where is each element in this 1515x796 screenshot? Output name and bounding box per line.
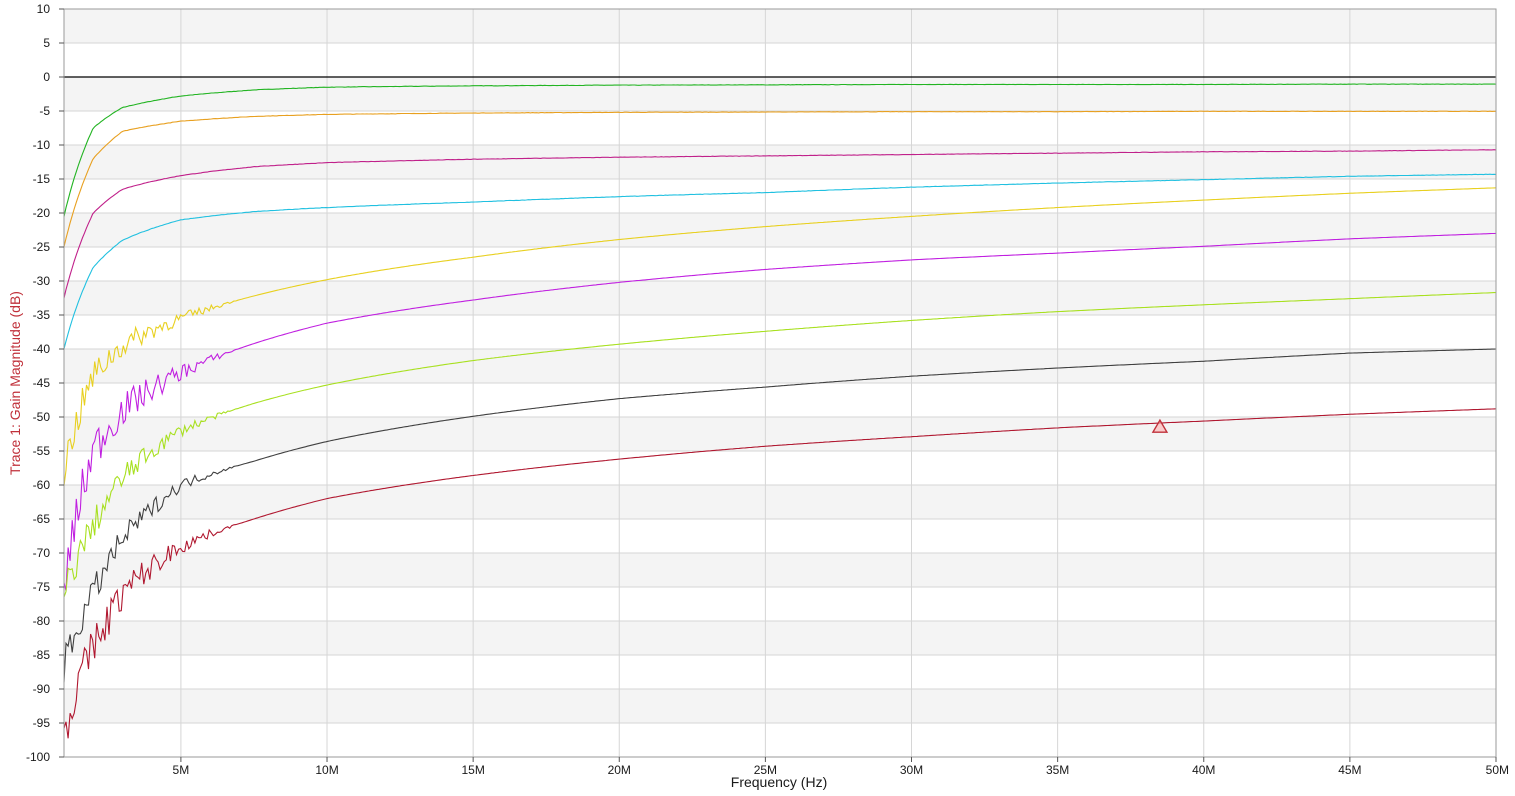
y-tick-label: -30 [33, 274, 51, 288]
y-axis-ticks: 10 5 0 -5 -10 -15 -20 -25 -30 -35 -40 -45 -50 -55 -60 -… [26, 2, 64, 764]
y-tick-label: 10 [37, 2, 51, 16]
y-tick-label: -50 [33, 410, 51, 424]
y-tick-label: -95 [33, 716, 51, 730]
y-tick-label: -75 [33, 580, 51, 594]
y-tick-label: -45 [33, 376, 51, 390]
y-tick-label: -10 [33, 138, 51, 152]
y-tick-label: -5 [39, 104, 50, 118]
x-tick-label: 20M [608, 763, 631, 777]
x-axis-ticks: 5M 10M 15M 20M 25M 30M 35M 40M 45M 50M [173, 757, 1509, 777]
gain-magnitude-chart: 5M 10M 15M 20M 25M 30M 35M 40M 45M 50M 1050-5-10-… [7, 2, 1509, 790]
y-tick-label: -40 [33, 342, 51, 356]
x-axis-label: Frequency (Hz) [731, 774, 827, 790]
background-band [64, 689, 1496, 723]
x-tick-label: 10M [315, 763, 338, 777]
y-tick-label: -60 [33, 478, 51, 492]
background-band [64, 621, 1496, 655]
background-band [64, 553, 1496, 587]
x-tick-label: 15M [461, 763, 484, 777]
y-tick-label: -90 [33, 682, 51, 696]
y-tick-label: -70 [33, 546, 51, 560]
background-band [64, 349, 1496, 383]
x-tick-label: 30M [900, 763, 923, 777]
y-tick-label: -65 [33, 512, 51, 526]
y-tick-label: -85 [33, 648, 51, 662]
y-tick-label: -15 [33, 172, 51, 186]
x-tick-label: 35M [1046, 763, 1069, 777]
y-tick-label: -25 [33, 240, 51, 254]
y-tick-label: -55 [33, 444, 51, 458]
y-tick-label: -35 [33, 308, 51, 322]
y-axis-label: Trace 1: Gain Magnitude (dB) [7, 291, 23, 475]
background-band [64, 417, 1496, 451]
background-band [64, 485, 1496, 519]
y-tick-label: -20 [33, 206, 51, 220]
x-tick-label: 45M [1338, 763, 1361, 777]
y-tick-label: 5 [43, 36, 50, 50]
y-tick-label: 0 [43, 70, 50, 84]
background-band [64, 281, 1496, 315]
y-tick-label: -80 [33, 614, 51, 628]
y-tick-label: -100 [26, 750, 50, 764]
background-band [64, 145, 1496, 179]
x-tick-label: 40M [1192, 763, 1215, 777]
x-tick-label: 5M [173, 763, 190, 777]
background-band [64, 9, 1496, 43]
x-tick-label: 50M [1486, 763, 1509, 777]
background-band [64, 77, 1496, 111]
